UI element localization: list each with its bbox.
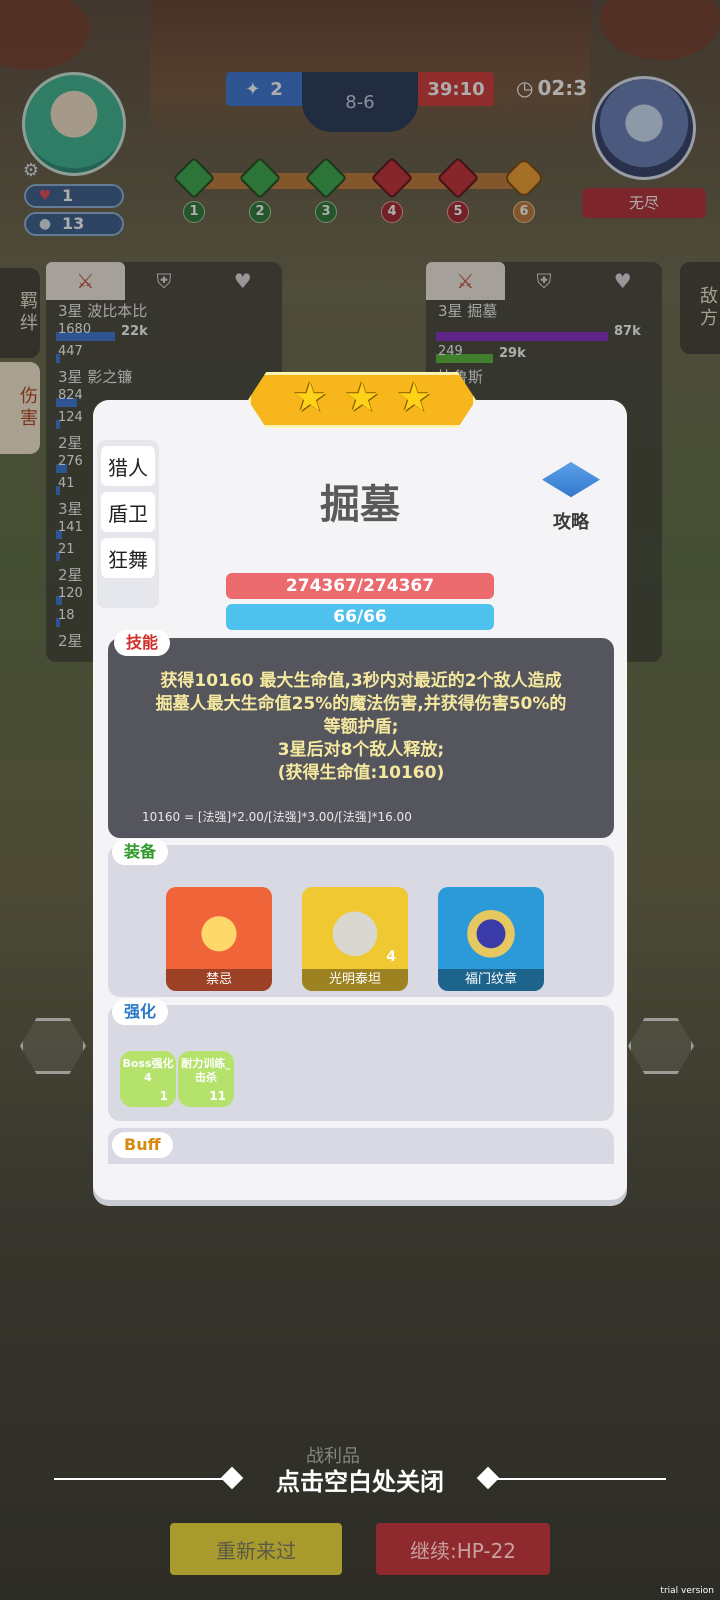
guide-button[interactable]: 攻略: [536, 462, 606, 534]
star-icon: ★: [396, 375, 432, 421]
equipment-tag: 装备: [112, 839, 169, 865]
close-hint: 点击空白处关闭: [276, 1468, 444, 1496]
retry-button[interactable]: 重新来过: [170, 1523, 342, 1575]
hp-bar: 274367/274367: [226, 573, 494, 599]
star-icon: ★: [344, 375, 380, 421]
equipment-section: 装备 禁忌 4 光明泰坦 福门纹章: [108, 839, 614, 997]
skill-section: 技能 获得10160 最大生命值,3秒内对最近的2个敌人造成 掘墓人最大生命值2…: [108, 630, 614, 838]
trait-hunter[interactable]: 猎人: [101, 446, 155, 486]
buff-section: Buff: [108, 1128, 614, 1164]
mana-bar: 66/66: [226, 604, 494, 630]
equipment-item[interactable]: 禁忌: [166, 887, 272, 991]
star-rank-badge: ★ ★ ★: [248, 372, 476, 428]
enhancement-tag: 强化: [112, 999, 169, 1025]
trait-dancer[interactable]: 狂舞: [101, 538, 155, 578]
buff-tag: Buff: [112, 1132, 173, 1158]
equipment-item[interactable]: 福门纹章: [438, 887, 544, 991]
skill-tag: 技能: [114, 630, 171, 656]
enhancement-item[interactable]: 耐力训练_击杀 11: [178, 1051, 234, 1107]
graduation-cap-icon: [542, 462, 600, 498]
continue-button[interactable]: 继续:HP-22: [376, 1523, 550, 1575]
enhancement-item[interactable]: Boss强化4 1: [120, 1051, 176, 1107]
trial-watermark: trial version: [660, 1586, 714, 1596]
skill-description: 获得10160 最大生命值,3秒内对最近的2个敌人造成 掘墓人最大生命值25%的…: [155, 671, 567, 783]
trait-guardian[interactable]: 盾卫: [101, 492, 155, 532]
trait-list: 猎人 盾卫 狂舞: [97, 440, 159, 608]
equipment-item[interactable]: 4 光明泰坦: [302, 887, 408, 991]
star-icon: ★: [292, 375, 328, 421]
enhancement-section: 强化 Boss强化4 1 耐力训练_击杀 11: [108, 999, 614, 1121]
hero-name: 掘墓: [320, 482, 400, 528]
skill-formula: 10160 = [法强]*2.00/[法强]*3.00/[法强]*16.00: [142, 810, 412, 824]
